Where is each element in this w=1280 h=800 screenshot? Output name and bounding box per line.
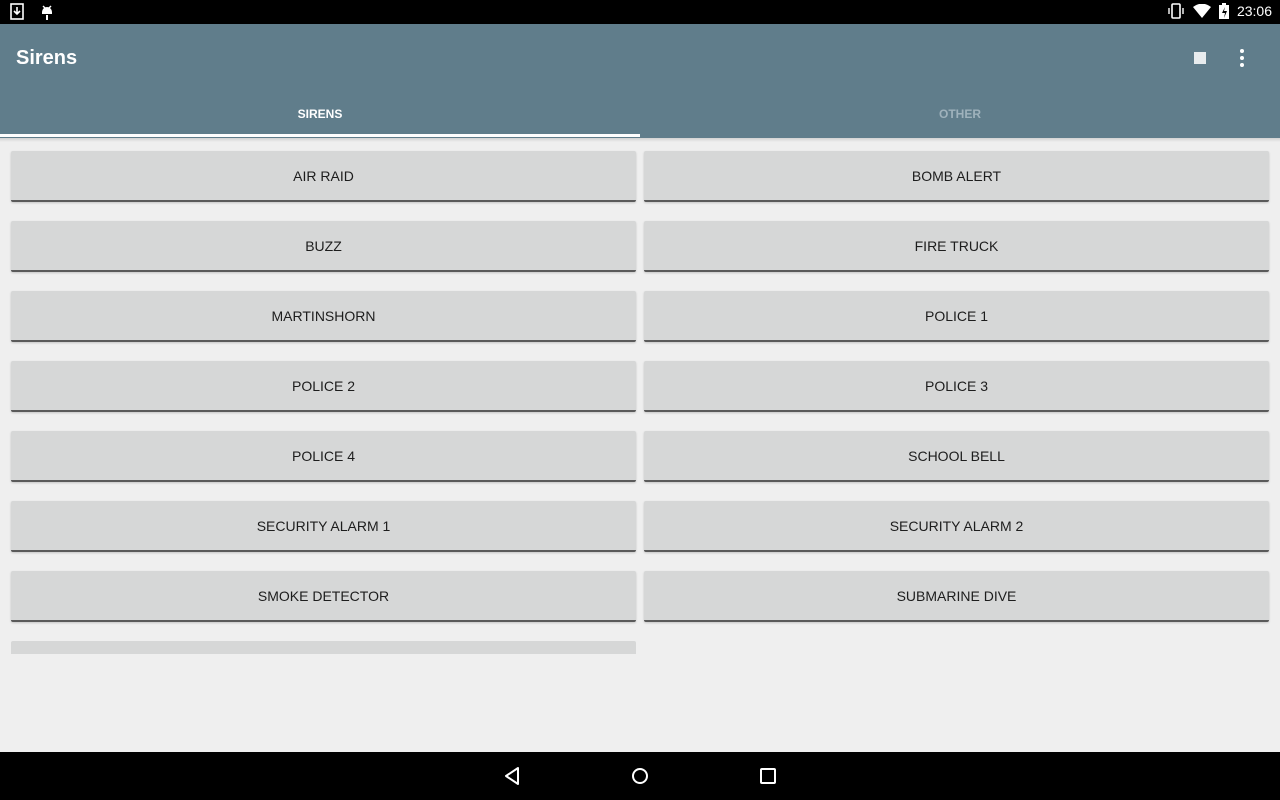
navigation-bar	[0, 752, 1280, 800]
air-raid-button[interactable]: AIR RAID	[11, 151, 636, 202]
wifi-icon	[1192, 4, 1211, 18]
fire-truck-button[interactable]: FIRE TRUCK	[644, 221, 1269, 272]
battery-charging-icon	[1218, 3, 1229, 19]
police-3-button[interactable]: POLICE 3	[644, 361, 1269, 412]
siren-button-grid: AIR RAID BOMB ALERT BUZZ FIRE TRUCK MART…	[11, 151, 1269, 622]
vibrate-icon	[1168, 3, 1184, 19]
tab-indicator	[0, 134, 640, 137]
smoke-detector-button[interactable]: SMOKE DETECTOR	[11, 571, 636, 622]
clock: 23:06	[1236, 3, 1272, 19]
stop-icon[interactable]	[1194, 52, 1206, 64]
bomb-alert-button[interactable]: BOMB ALERT	[644, 151, 1269, 202]
more-vert-icon[interactable]	[1232, 46, 1252, 70]
police-2-button[interactable]: POLICE 2	[11, 361, 636, 412]
buzz-button[interactable]: BUZZ	[11, 221, 636, 272]
home-icon[interactable]	[628, 764, 652, 788]
martinshorn-button[interactable]: MARTINSHORN	[11, 291, 636, 342]
submarine-dive-button[interactable]: SUBMARINE DIVE	[644, 571, 1269, 622]
tab-other[interactable]: OTHER	[640, 90, 1280, 138]
police-4-button[interactable]: POLICE 4	[11, 431, 636, 482]
security-alarm-1-button[interactable]: SECURITY ALARM 1	[11, 501, 636, 552]
security-alarm-2-button[interactable]: SECURITY ALARM 2	[644, 501, 1269, 552]
police-1-button[interactable]: POLICE 1	[644, 291, 1269, 342]
back-icon[interactable]	[500, 764, 524, 788]
app-bar: Sirens SIRENS OTHER	[0, 24, 1280, 138]
school-bell-button[interactable]: SCHOOL BELL	[644, 431, 1269, 482]
status-bar: 23:06	[0, 0, 1280, 24]
download-icon	[10, 3, 24, 20]
tab-sirens[interactable]: SIRENS	[0, 90, 640, 138]
app-bar-shadow	[0, 138, 1280, 142]
android-debug-icon	[42, 5, 52, 20]
recents-icon[interactable]	[756, 764, 780, 788]
app-title: Sirens	[16, 47, 78, 69]
partially-visible-button[interactable]	[11, 641, 636, 654]
